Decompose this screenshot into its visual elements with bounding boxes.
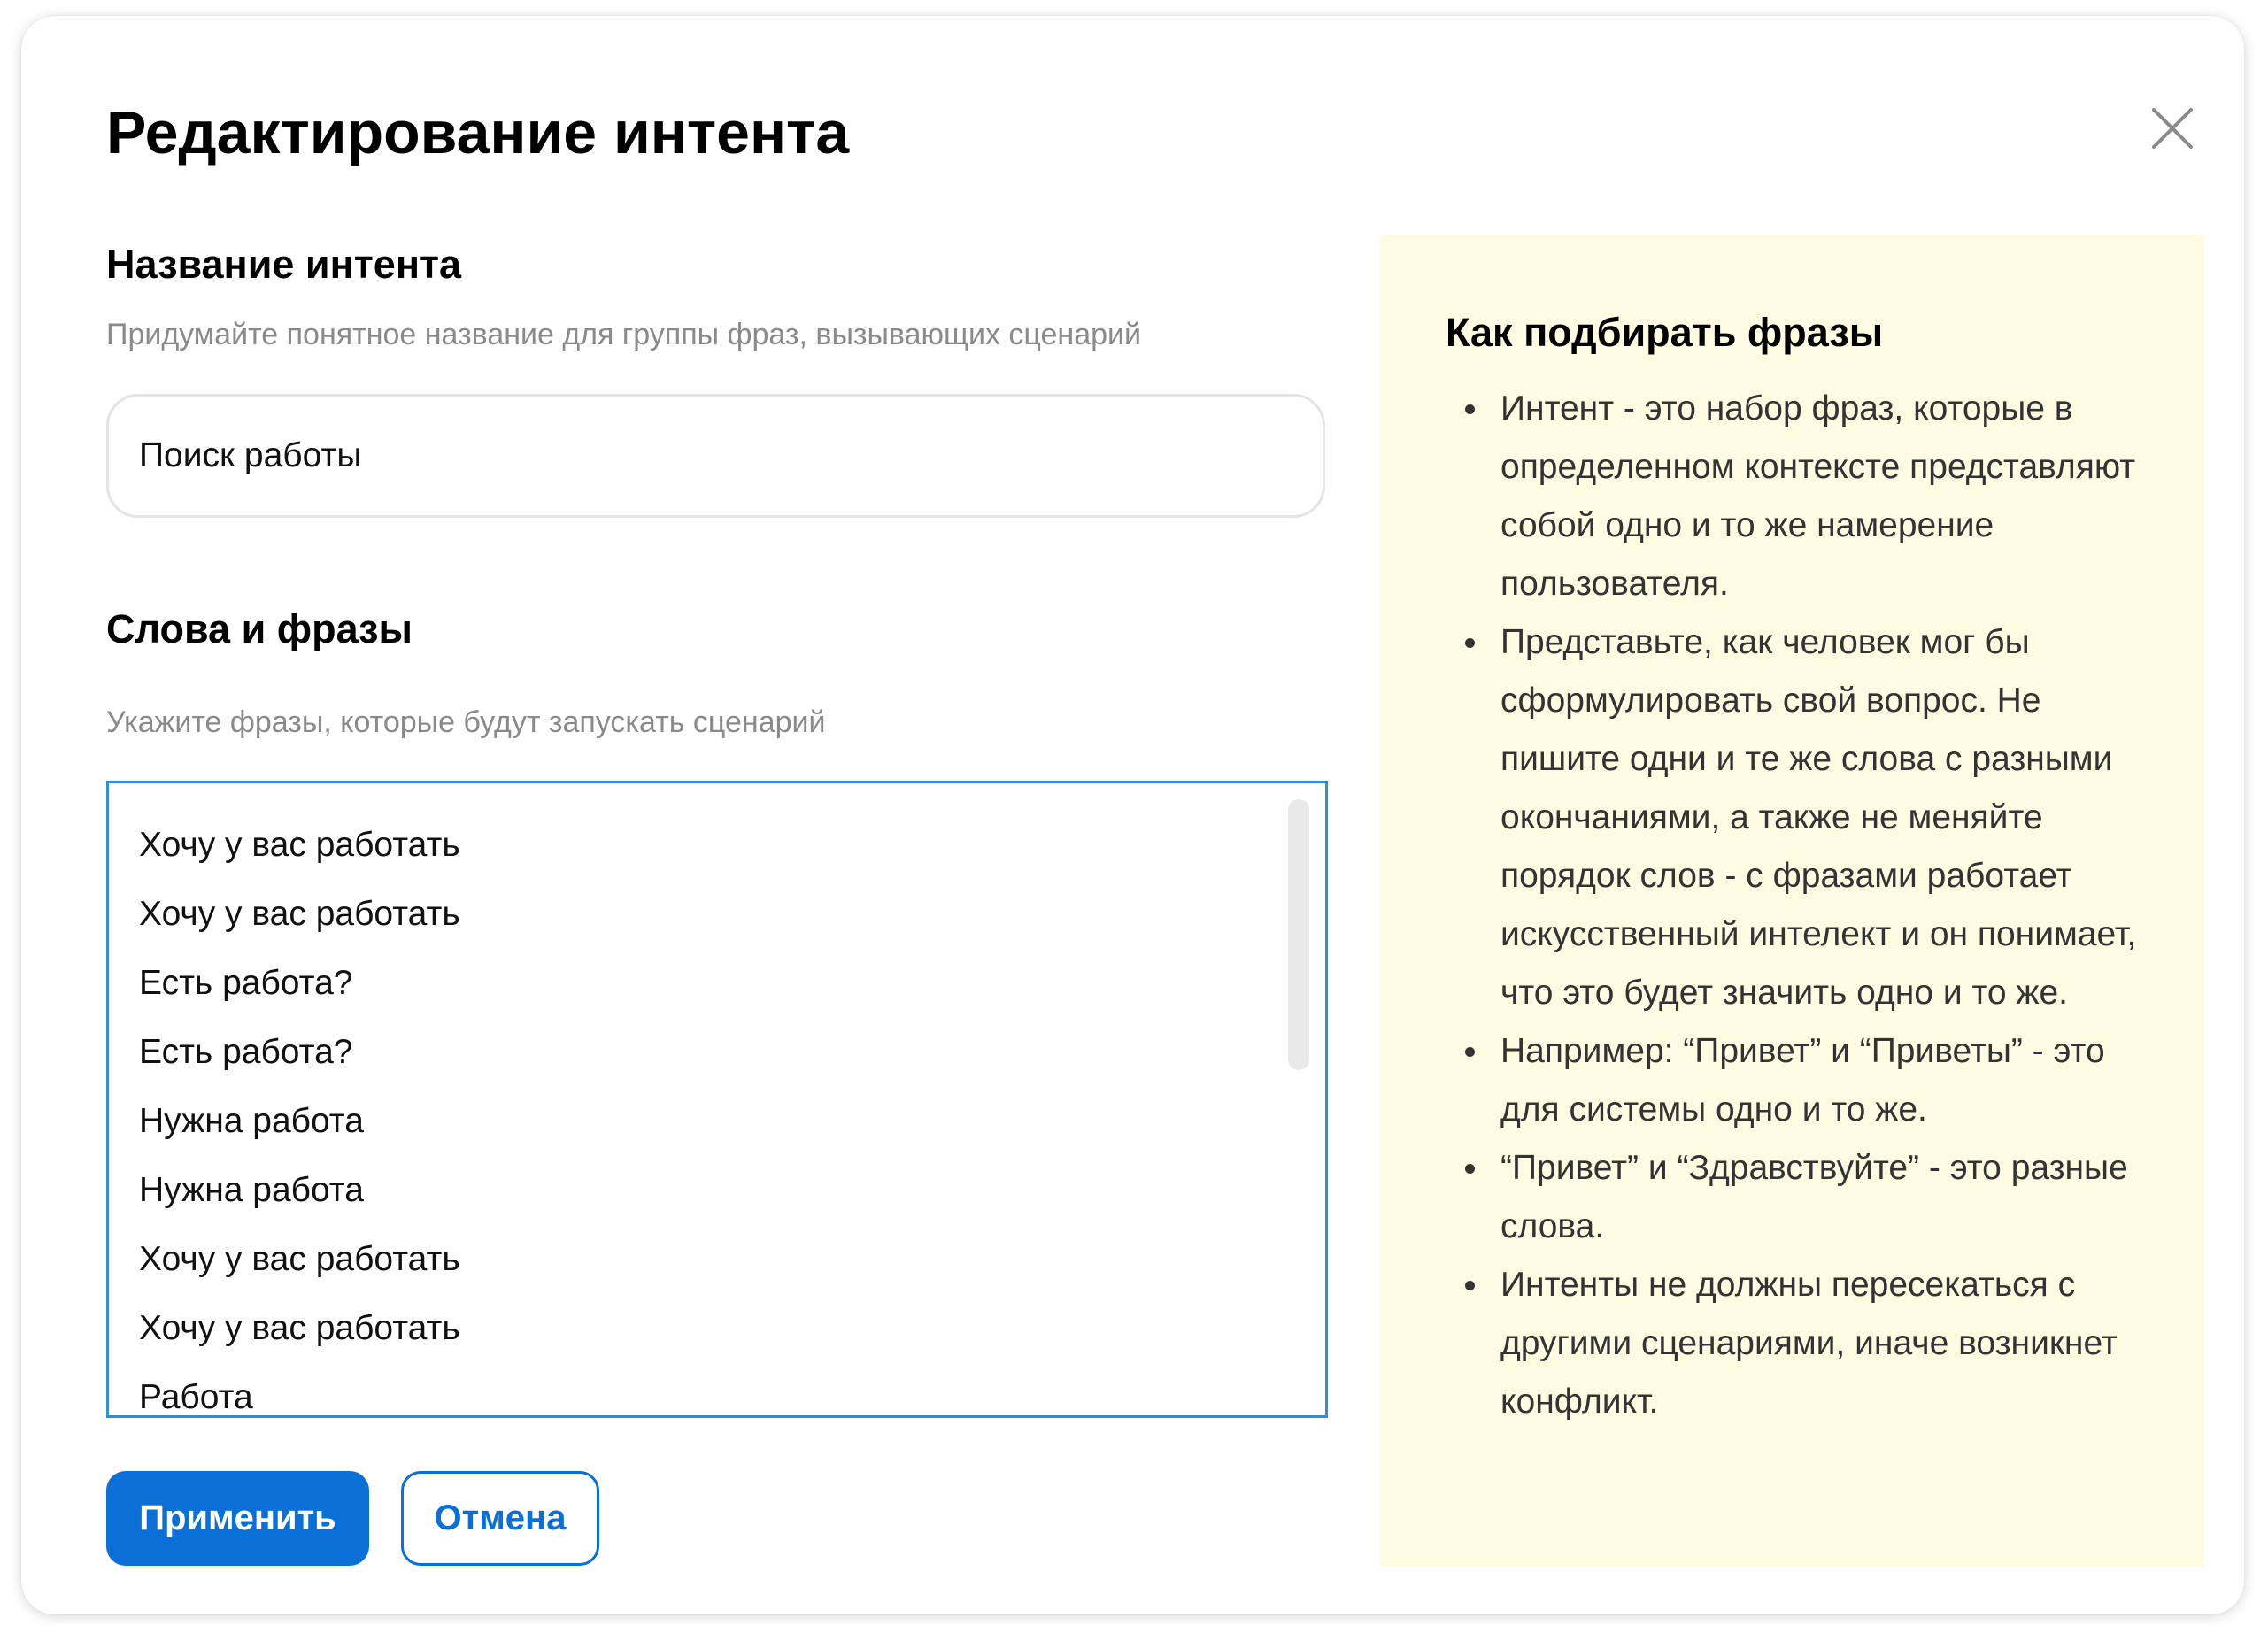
- tips-title: Как подбирать фразы: [1446, 310, 1884, 355]
- bullet-dot: [1465, 1281, 1475, 1290]
- tip-text: Представьте, как человек мог бы сформули…: [1500, 623, 2137, 1012]
- phrase-item: Нужна работа: [139, 1102, 364, 1140]
- phrases-scrollbar[interactable]: [1288, 799, 1309, 1070]
- phrase-item: Работа: [139, 1378, 253, 1416]
- close-icon: [2152, 108, 2193, 149]
- tip-item: Например: “Привет” и “Приветы” - это для…: [1380, 1022, 2204, 1139]
- dialog-title: Редактирование интента: [106, 99, 850, 166]
- tip-item: Представьте, как человек мог бы сформули…: [1380, 613, 2204, 1022]
- tip-text: “Привет” и “Здравствуйте” - это разные с…: [1500, 1149, 2128, 1245]
- phrase-item: Хочу у вас работать: [139, 826, 460, 864]
- phrase-item: Нужна работа: [139, 1171, 364, 1209]
- phrases-heading: Слова и фразы: [106, 606, 413, 651]
- tip-item: Интент - это набор фраз, которые в опред…: [1380, 380, 2204, 613]
- close-button[interactable]: [2152, 108, 2193, 149]
- bullet-dot: [1465, 1164, 1475, 1174]
- bullet-dot: [1465, 1047, 1475, 1057]
- tips-panel: Как подбирать фразы Интент - это набор ф…: [1380, 235, 2204, 1567]
- intent-name-input[interactable]: [106, 394, 1325, 518]
- apply-button[interactable]: Применить: [106, 1471, 369, 1566]
- cancel-button[interactable]: Отмена: [401, 1471, 599, 1566]
- intent-name-hint: Придумайте понятное название для группы …: [106, 318, 1142, 351]
- tips-list: Интент - это набор фраз, которые в опред…: [1380, 380, 2204, 1431]
- bullet-dot: [1465, 404, 1475, 414]
- phrase-item: Есть работа?: [139, 1033, 353, 1071]
- phrase-item: Есть работа?: [139, 964, 353, 1002]
- intent-name-heading: Название интента: [106, 242, 462, 287]
- phrases-textarea[interactable]: Хочу у вас работать Хочу у вас работать …: [106, 781, 1328, 1418]
- tip-text: Интенты не должны пересекаться с другими…: [1500, 1266, 2118, 1421]
- tip-text: Интент - это набор фраз, которые в опред…: [1500, 389, 2136, 603]
- tip-item: “Привет” и “Здравствуйте” - это разные с…: [1380, 1139, 2204, 1256]
- phrases-hint: Укажите фразы, которые будут запускать с…: [106, 705, 826, 739]
- phrase-list: Хочу у вас работать Хочу у вас работать …: [139, 826, 460, 1416]
- edit-intent-dialog: Редактирование интента Название интента …: [21, 16, 2244, 1614]
- phrase-item: Хочу у вас работать: [139, 1240, 460, 1278]
- tip-text: Например: “Привет” и “Приветы” - это для…: [1500, 1032, 2105, 1129]
- tip-item: Интенты не должны пересекаться с другими…: [1380, 1256, 2204, 1431]
- bullet-dot: [1465, 638, 1475, 648]
- phrase-item: Хочу у вас работать: [139, 1309, 460, 1347]
- phrase-item: Хочу у вас работать: [139, 895, 460, 933]
